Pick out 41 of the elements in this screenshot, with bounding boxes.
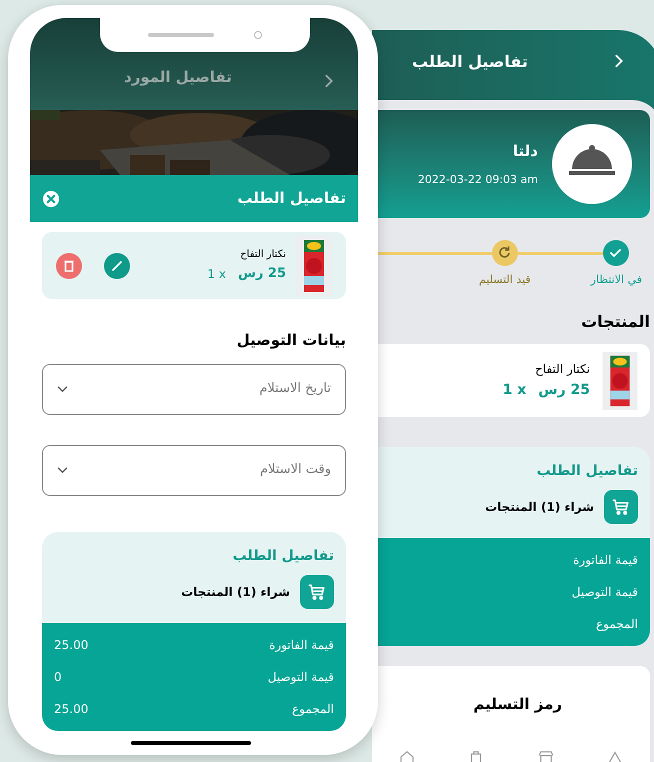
cart-icon: [300, 574, 334, 608]
section-heading: بيانات التوصيل: [236, 330, 346, 351]
product-price: 25 رس: [538, 381, 590, 400]
select-field[interactable]: تاريخ الاستلام: [42, 364, 346, 414]
product-quantity: 1 x: [502, 381, 526, 400]
summary-label: المجموع: [292, 700, 334, 718]
chevron-down-icon: [57, 386, 68, 392]
product-image: [296, 236, 332, 296]
summary-label: قيمة الفاتورة: [269, 636, 334, 654]
section-heading: رمز التسليم: [473, 694, 562, 715]
close-icon[interactable]: [42, 190, 60, 208]
summary-title: تفاصيل الطلب: [232, 546, 334, 566]
product-image: [600, 352, 640, 410]
summary-title: تفاصيل الطلب: [536, 462, 638, 481]
purchase-count: شراء (1) المنتجات: [181, 584, 290, 600]
screen-title: تفاصيل المورد: [124, 66, 232, 88]
order-date: 2022-03-22 09:03 am: [418, 172, 538, 188]
summary-value: 25.00: [54, 636, 88, 654]
screen-title: تفاصيل الطلب: [412, 51, 528, 73]
product-price: 25 رس: [238, 265, 286, 284]
product-quantity: 1 x: [207, 266, 226, 283]
step-label: في الانتظار: [590, 272, 642, 288]
sheet-title: تفاصيل الطلب: [237, 188, 346, 210]
store-name: دلتا: [512, 140, 538, 162]
delete-icon[interactable]: [56, 252, 82, 278]
chevron-down-icon: [57, 466, 68, 474]
step-label: قيد التسليم: [479, 272, 531, 288]
cart-icon: [604, 490, 638, 524]
summary-label: المجموع: [596, 616, 638, 633]
product-name: نكتار التفاح: [535, 361, 590, 378]
summary-label: قيمة الفاتورة: [573, 552, 638, 569]
summary-value: 25.00: [54, 700, 88, 718]
select-field[interactable]: وقت الاستلام: [42, 444, 346, 496]
purchase-count: شراء (1) المنتجات: [485, 499, 594, 516]
section-heading: المنتجات: [581, 311, 650, 333]
summary-value: 0: [54, 668, 62, 686]
cloche-icon: [552, 124, 632, 204]
product-name: نكتار التفاح: [240, 248, 286, 262]
summary-label: قيمة التوصيل: [572, 584, 638, 601]
edit-icon[interactable]: [104, 252, 130, 278]
summary-label: قيمة التوصيل: [268, 668, 334, 686]
